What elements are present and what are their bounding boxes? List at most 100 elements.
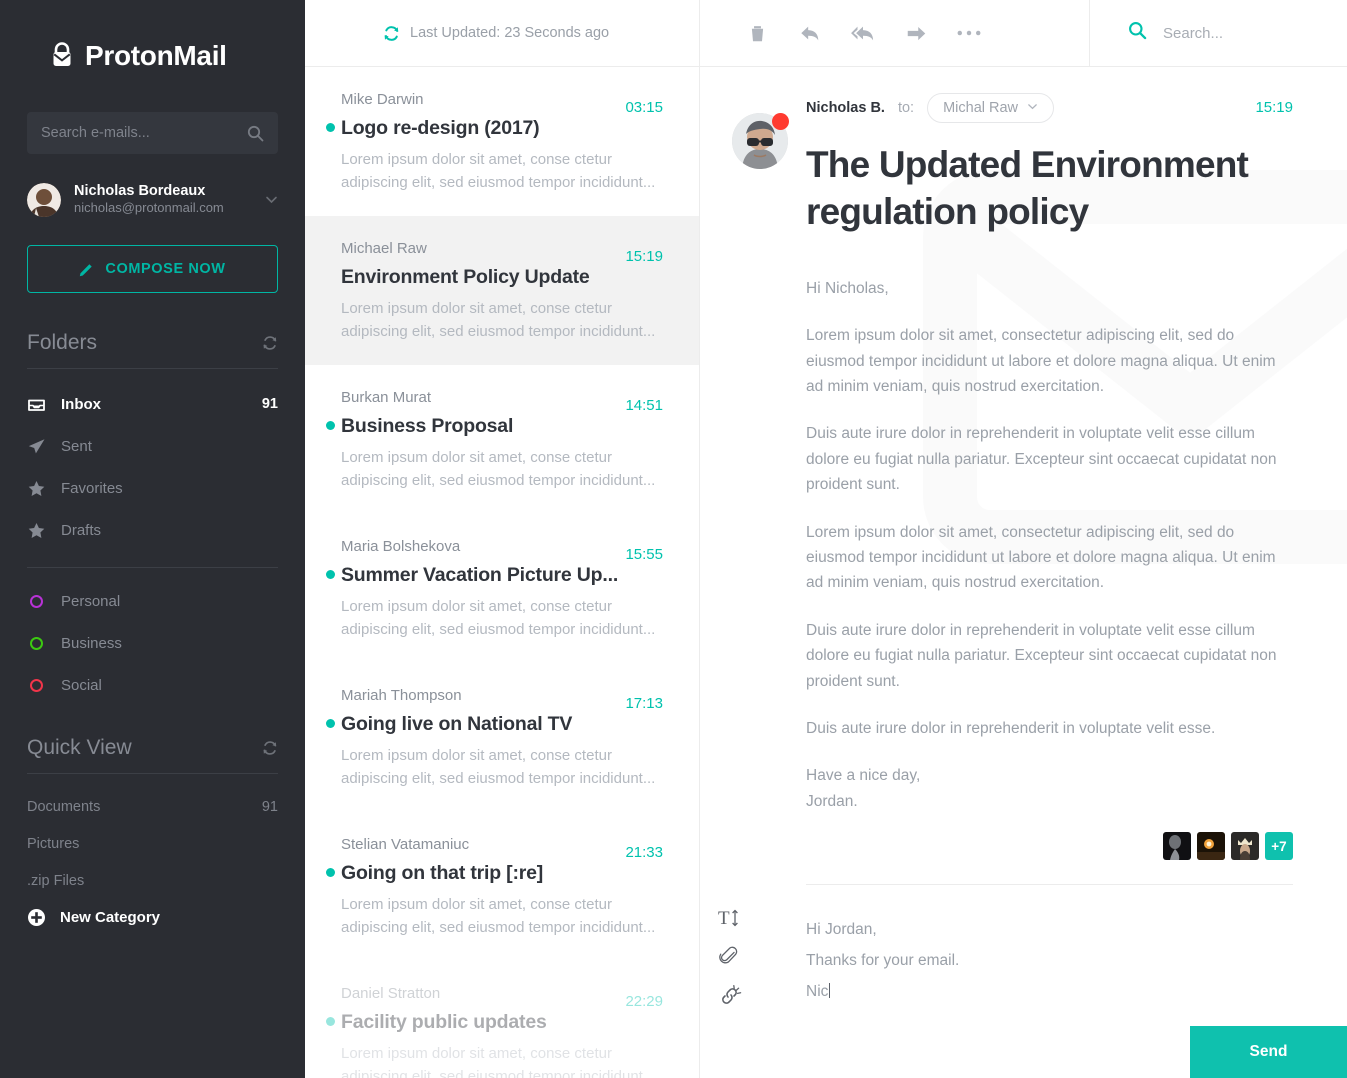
paperclip-icon[interactable] (718, 945, 742, 969)
email-to-label: to: (897, 100, 915, 116)
attachment-thumbnail[interactable] (1231, 832, 1259, 861)
email-header: Nicholas B. to: Michal Raw 15:19 The Upd… (700, 67, 1347, 236)
new-category-button[interactable]: New Category (0, 899, 305, 936)
recipient-chip[interactable]: Michal Raw (927, 93, 1055, 123)
mail-list-item[interactable]: Burkan Murat 14:51 Business Proposal Lor… (305, 365, 699, 514)
mail-time: 03:15 (625, 99, 663, 116)
unread-dot (326, 719, 335, 728)
sidebar-item-count: 91 (261, 396, 278, 413)
quickview-divider (27, 773, 278, 775)
mail-list-item[interactable]: Mike Darwin 03:15 Logo re-design (2017) … (305, 67, 699, 216)
email-subject-title: The Updated Environment regulation polic… (806, 144, 1249, 233)
sidebar-item-drafts[interactable]: Drafts (0, 509, 305, 551)
chevron-down-icon[interactable] (265, 193, 278, 206)
quickview-header: Quick View (27, 736, 278, 760)
quickview-title: Quick View (27, 736, 132, 760)
mail-item-top: Burkan Murat 14:51 (341, 389, 663, 414)
mail-subject: Logo re-design (2017) (341, 117, 540, 139)
content-columns: Mike Darwin 03:15 Logo re-design (2017) … (305, 67, 1347, 1078)
email-paragraph: Lorem ipsum dolor sit amet, consectetur … (806, 327, 1276, 395)
reply-text-area[interactable]: Hi Jordan, Thanks for your email. Nic (700, 914, 1347, 1007)
last-updated-text: Last Updated: 23 Seconds ago (410, 25, 610, 41)
sidebar-search[interactable] (27, 112, 278, 154)
text-size-icon[interactable]: T (718, 906, 742, 930)
reply-arrow-icon[interactable] (797, 20, 823, 46)
mail-item-top: Stelian Vatamaniuc 21:33 (341, 836, 663, 861)
brand-name: ProtonMail (85, 40, 227, 71)
search-input[interactable] (1163, 24, 1347, 42)
mail-sender: Daniel Stratton (341, 985, 441, 1002)
mail-sender: Maria Bolshekova (341, 538, 461, 555)
mail-subject: Business Proposal (341, 415, 514, 437)
mail-time: 22:29 (625, 993, 663, 1010)
attachment-thumbnail[interactable] (1163, 832, 1191, 861)
trash-icon[interactable] (744, 20, 770, 46)
reply-line: Hi Jordan, (806, 921, 877, 938)
mail-sender: Stelian Vatamaniuc (341, 836, 470, 853)
email-paragraph: Hi Nicholas, (806, 279, 889, 297)
mail-sender: Michael Raw (341, 240, 427, 257)
signoff-line: Have a nice day, (806, 767, 921, 785)
ellipsis-icon[interactable] (956, 20, 982, 46)
compose-label: COMPOSE NOW (105, 261, 226, 278)
quickview-item-documents[interactable]: Documents 91 (0, 788, 305, 825)
broken-link-icon[interactable] (718, 984, 742, 1008)
mail-preview: Lorem ipsum dolor sit amet, conse ctetur… (341, 747, 656, 787)
search-icon (247, 125, 264, 142)
top-toolbar: Last Updated: 23 Seconds ago (305, 0, 1347, 67)
sidebar-label-text: Personal (61, 592, 121, 610)
sidebar-item-label: Drafts (61, 521, 102, 539)
forward-arrow-icon[interactable] (903, 20, 929, 46)
search-input[interactable] (41, 125, 247, 141)
mail-preview: Lorem ipsum dolor sit amet, conse ctetur… (341, 896, 656, 936)
sidebar-item-inbox[interactable]: Inbox 91 (0, 383, 305, 425)
unread-dot (326, 421, 335, 430)
refresh-icon[interactable] (262, 335, 278, 351)
sidebar-label-personal[interactable]: Personal (0, 580, 305, 622)
email-paragraph: Lorem ipsum dolor sit amet, consectetur … (806, 523, 1276, 592)
mail-list-item[interactable]: Stelian Vatamaniuc 21:33 Going on that t… (305, 812, 699, 961)
star-icon (27, 521, 46, 540)
refresh-icon[interactable] (262, 740, 278, 756)
folders-list: Inbox 91 Sent Favorites Drafts (0, 383, 305, 551)
mail-time: 14:51 (625, 397, 663, 414)
proton-lock-envelope-icon (47, 41, 77, 71)
mail-subject: Going live on National TV (341, 713, 573, 735)
star-icon (27, 479, 46, 498)
reading-pane-scroll: Nicholas B. to: Michal Raw 15:19 The Upd… (700, 67, 1347, 892)
mail-subject: Going on that trip [:re] (341, 862, 544, 884)
attachment-thumbnails: +7 (700, 814, 1347, 861)
user-profile[interactable]: Nicholas Bordeaux nicholas@protonmail.co… (27, 182, 278, 217)
inbox-icon (27, 395, 46, 414)
attachment-thumbnail[interactable] (1197, 832, 1225, 861)
mail-time: 15:19 (625, 248, 663, 265)
mail-preview: Lorem ipsum dolor sit amet, conse ctetur… (341, 449, 656, 489)
mail-item-top: Michael Raw 15:19 (341, 240, 663, 265)
folders-divider (27, 368, 278, 370)
global-search[interactable] (1090, 0, 1347, 66)
signoff-line: Jordan. (806, 792, 858, 810)
mail-list-item[interactable]: Michael Raw 15:19 Environment Policy Upd… (305, 216, 699, 365)
reply-all-arrow-icon[interactable] (850, 20, 876, 46)
sidebar-label-business[interactable]: Business (0, 622, 305, 664)
new-category-label: New Category (60, 909, 161, 927)
unread-dot (326, 570, 335, 579)
quickview-item-zipfiles[interactable]: .zip Files (0, 862, 305, 899)
mail-list-item[interactable]: Maria Bolshekova 15:55 Summer Vacation P… (305, 514, 699, 663)
mail-preview: Lorem ipsum dolor sit amet, conse ctetur… (341, 598, 656, 638)
mail-list: Mike Darwin 03:15 Logo re-design (2017) … (305, 67, 700, 1078)
sidebar-label-social[interactable]: Social (0, 664, 305, 706)
sidebar-item-sent[interactable]: Sent (0, 425, 305, 467)
unread-dot (326, 123, 335, 132)
compose-now-button[interactable]: COMPOSE NOW (27, 245, 278, 294)
send-button[interactable]: Send (1190, 1026, 1347, 1078)
sidebar-item-favorites[interactable]: Favorites (0, 467, 305, 509)
refresh-icon[interactable] (383, 25, 400, 42)
attachment-more-count[interactable]: +7 (1265, 832, 1293, 861)
labels-divider (27, 567, 278, 569)
compose-toolbar: T (718, 906, 742, 1008)
mail-sender: Burkan Murat (341, 389, 432, 406)
mail-list-item[interactable]: Daniel Stratton 22:29 Facility public up… (305, 961, 699, 1078)
quickview-item-pictures[interactable]: Pictures (0, 825, 305, 862)
mail-list-item[interactable]: Mariah Thompson 17:13 Going live on Nati… (305, 663, 699, 812)
